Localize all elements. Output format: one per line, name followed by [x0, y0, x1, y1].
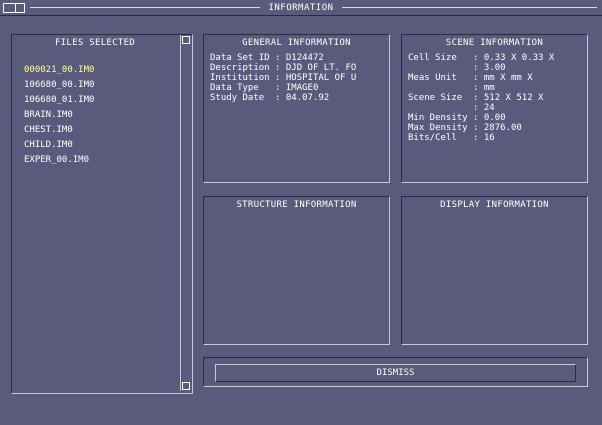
scene-info-lines: Cell Size : 0.33 X 0.33 X : 3.00 Meas Un… [408, 53, 554, 143]
file-item[interactable]: BRAIN.IM0 [24, 108, 94, 123]
general-information-title: GENERAL INFORMATION [242, 38, 351, 48]
structure-information-panel: STRUCTURE INFORMATION [203, 196, 390, 345]
info-line: Bits/Cell : 16 [408, 133, 495, 143]
structure-information-title: STRUCTURE INFORMATION [236, 200, 357, 210]
files-selected-panel: FILES SELECTED 000021_00.IM0 106680_00.I… [11, 34, 193, 394]
display-information-title: DISPLAY INFORMATION [440, 200, 549, 210]
dismiss-area: DISMISS [203, 357, 588, 387]
info-line: Cell Size : 0.33 X 0.33 X [408, 53, 555, 63]
info-line: : mm [408, 83, 495, 93]
info-line: Scene Size : 512 X 512 X [408, 93, 544, 103]
file-item[interactable]: 106680_01.IM0 [24, 93, 94, 108]
info-line: Data Type : IMAGE0 [210, 83, 319, 93]
file-item[interactable]: EXPER_00.IM0 [24, 153, 94, 168]
window-title: INFORMATION [268, 3, 334, 13]
file-item[interactable]: 000021_00.IM0 [24, 63, 94, 78]
file-item[interactable]: CHILD.IM0 [24, 138, 94, 153]
info-line: : 24 [408, 103, 495, 113]
file-item[interactable]: 106680_00.IM0 [24, 78, 94, 93]
dismiss-button[interactable]: DISMISS [215, 364, 576, 382]
general-info-lines: Data Set ID : D124472 Description : DJD … [210, 53, 356, 103]
info-line: Meas Unit : mm X mm X [408, 73, 533, 83]
scroll-down-arrow-icon[interactable] [182, 382, 190, 390]
title-bar: INFORMATION [0, 0, 602, 16]
info-line: Description : DJD OF LT. FO [210, 63, 357, 73]
files-selected-title: FILES SELECTED [54, 38, 136, 48]
scroll-up-arrow-icon[interactable] [182, 36, 190, 44]
display-information-panel: DISPLAY INFORMATION [401, 196, 588, 345]
scene-information-title: SCENE INFORMATION [445, 38, 544, 48]
file-item[interactable]: CHEST.IM0 [24, 123, 94, 138]
scene-information-panel: SCENE INFORMATION Cell Size : 0.33 X 0.3… [401, 34, 588, 183]
general-information-panel: GENERAL INFORMATION Data Set ID : D12447… [203, 34, 390, 183]
info-line: : 3.00 [408, 63, 506, 73]
info-line: Max Density : 2876.00 [408, 123, 522, 133]
info-line: Study Date : 04.07.92 [210, 93, 330, 103]
info-line: Data Set ID : D124472 [210, 53, 324, 63]
file-list-scrollbar[interactable] [180, 35, 190, 391]
info-line: Min Density : 0.00 [408, 113, 506, 123]
file-list: 000021_00.IM0 106680_00.IM0 106680_01.IM… [24, 63, 94, 168]
info-line: Institution : HOSPITAL OF U [210, 73, 357, 83]
